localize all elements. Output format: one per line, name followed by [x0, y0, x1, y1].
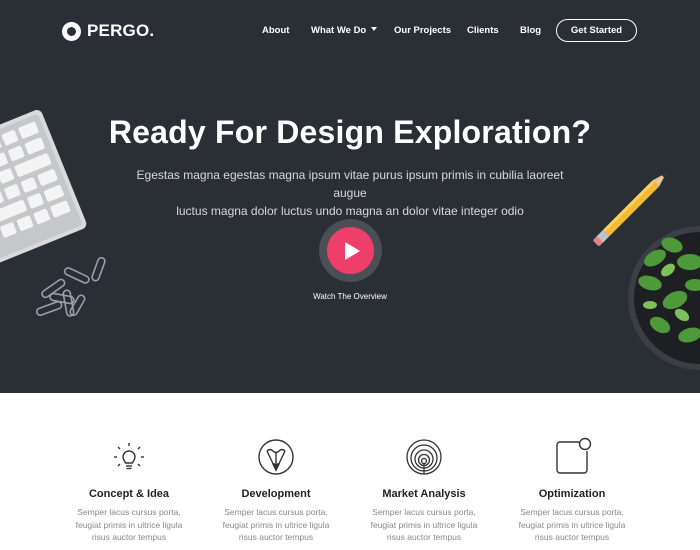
nav-item-label: What We Do	[311, 25, 367, 36]
lightbulb-icon	[114, 443, 144, 470]
feature-title: Development	[241, 488, 311, 500]
features-section: Concept & Idea Semper lacus cursus porta…	[0, 393, 700, 550]
feature-title: Optimization	[538, 488, 606, 500]
feature-description: Semper lacus cursus porta, feugiat primi…	[498, 506, 646, 544]
feature-desc-line: Semper lacus cursus porta,	[372, 507, 476, 517]
get-started-button[interactable]: Get Started	[556, 19, 637, 42]
play-button-circle	[327, 227, 374, 274]
watch-overview-label[interactable]: Watch The Overview	[0, 292, 700, 301]
nav-item-our-projects[interactable]: Our Projects	[394, 25, 451, 36]
feature-desc-line: feugiat primis in ultrice ligula	[370, 519, 478, 530]
hero-section: PERGO. About What We Do Our Projects Cli…	[0, 0, 700, 393]
pencil-circle-icon	[258, 439, 294, 475]
feature-desc-line: feugiat primis in ultrice ligula	[222, 519, 330, 530]
square-badge-icon	[556, 437, 592, 474]
pencil-image	[593, 172, 667, 246]
feature-desc-line: feugiat primis in ultrice ligula	[75, 519, 183, 530]
feature-description: Semper lacus cursus porta, feugiat primi…	[350, 506, 498, 544]
hero-subtitle-line: luctus magna dolor luctus undo magna an …	[176, 204, 524, 218]
hero-title: Ready For Design Exploration?	[108, 114, 592, 150]
nav-item-blog[interactable]: Blog	[520, 25, 541, 36]
nav-item-clients[interactable]: Clients	[467, 25, 499, 36]
feature-description: Semper lacus cursus porta, feugiat primi…	[202, 506, 350, 544]
feature-title: Concept & Idea	[88, 488, 170, 500]
brand-logo[interactable]: PERGO.	[62, 21, 154, 41]
play-video-button[interactable]	[319, 219, 382, 282]
feature-desc-line: Semper lacus cursus porta,	[224, 507, 328, 517]
hero-subtitle: Egestas magna egestas magna ipsum vitae …	[130, 166, 570, 220]
feature-desc-line: risus auctor tempus	[534, 532, 610, 542]
feature-desc-line: Semper lacus cursus porta,	[77, 507, 181, 517]
chevron-down-icon	[371, 27, 378, 31]
hero-subtitle-line: Egestas magna egestas magna ipsum vitae …	[136, 168, 564, 200]
play-icon	[345, 241, 360, 260]
circle-logo-icon	[62, 21, 81, 41]
feature-desc-line: risus auctor tempus	[386, 532, 462, 542]
brand-name: PERGO.	[87, 21, 155, 40]
concentric-circles-icon	[406, 439, 442, 475]
feature-title: Market Analysis	[382, 488, 466, 500]
feature-desc-line: risus auctor tempus	[91, 532, 167, 542]
nav-item-about[interactable]: About	[262, 25, 289, 36]
feature-desc-line: feugiat primis in ultrice ligula	[518, 519, 626, 530]
feature-desc-line: risus auctor tempus	[238, 532, 314, 542]
feature-desc-line: Semper lacus cursus porta,	[520, 507, 624, 517]
paperclips-image	[35, 256, 106, 317]
nav-item-what-we-do[interactable]: What We Do	[311, 25, 378, 36]
feature-description: Semper lacus cursus porta, feugiat primi…	[55, 506, 203, 544]
